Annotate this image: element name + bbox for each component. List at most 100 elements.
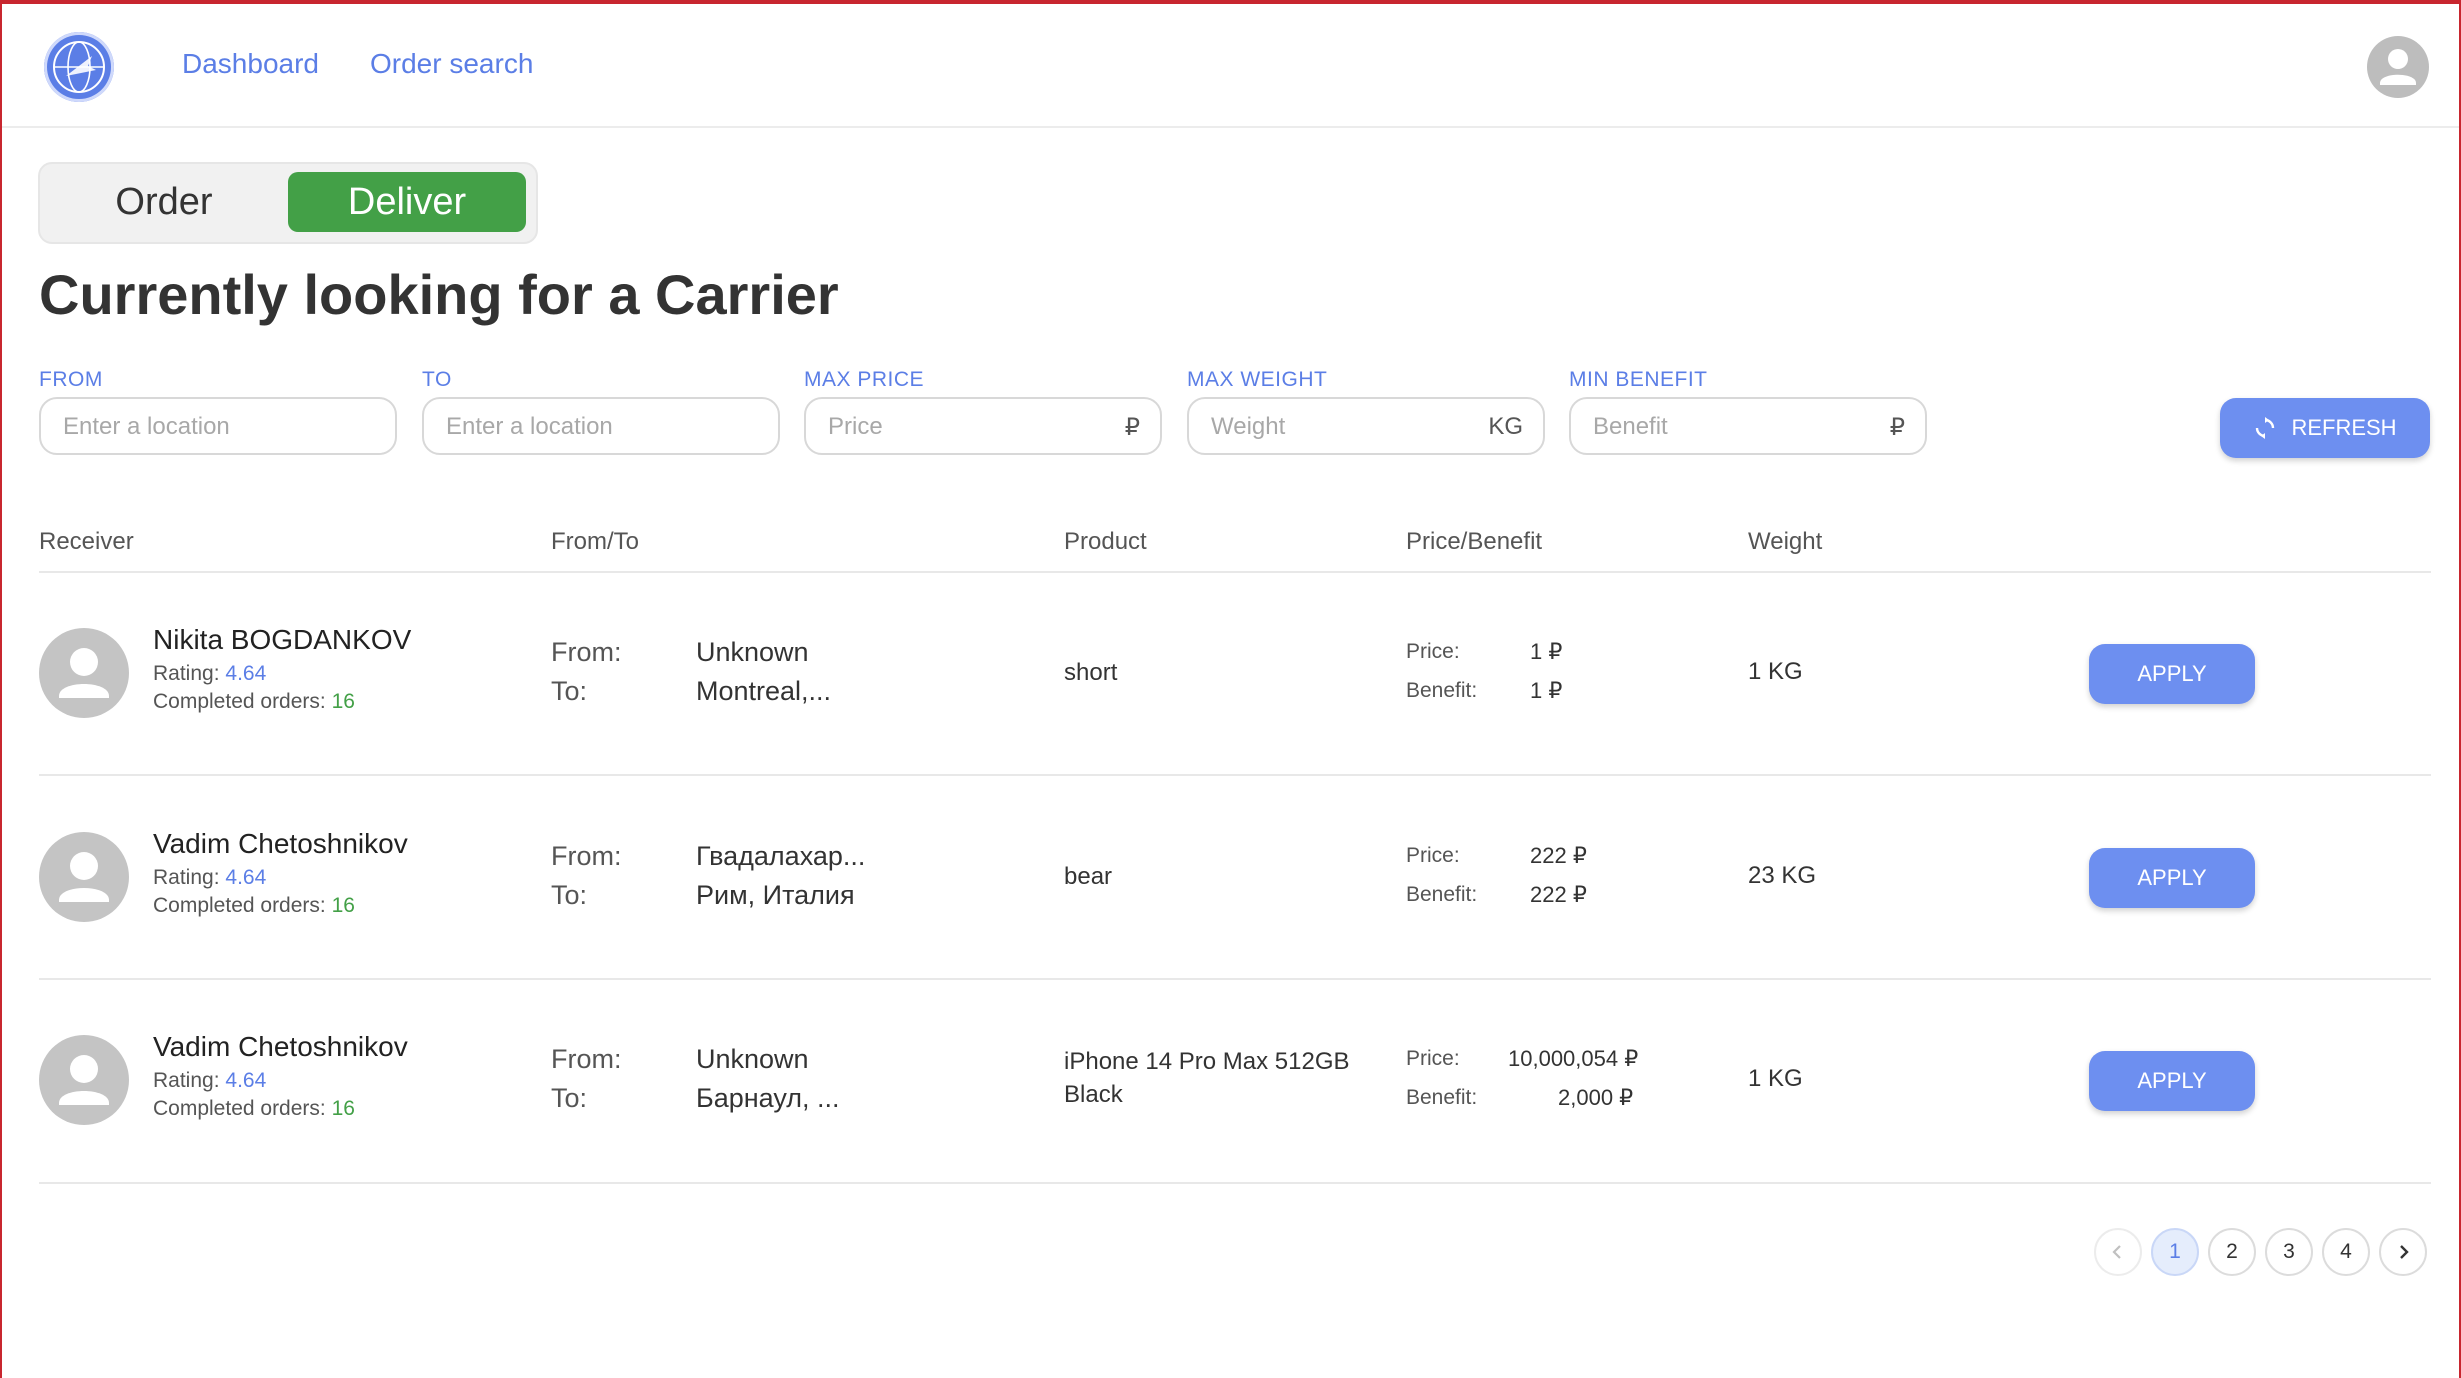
receiver-completed-orders: Completed orders: 16 (153, 690, 355, 714)
pagination-page-2[interactable]: 2 (2208, 1228, 2256, 1276)
receiver-avatar-icon (39, 832, 129, 922)
price-value: 1 ₽ (1530, 639, 1563, 664)
globe-logo-icon[interactable] (44, 32, 114, 102)
from-label: From: (551, 1044, 622, 1074)
receiver-name: Vadim Chetoshnikov (153, 828, 408, 859)
product-name: short (1064, 659, 1118, 686)
completed-orders-value: 16 (331, 690, 355, 713)
apply-button[interactable]: APPLY (2089, 644, 2255, 704)
completed-orders-value: 16 (331, 894, 355, 917)
from-location-input[interactable] (61, 399, 335, 455)
table-row: Vadim Chetoshnikov Rating: 4.64 Complete… (2, 776, 2459, 978)
pagination-prev-button[interactable] (2094, 1228, 2142, 1276)
max-price-currency-suffix: ₽ (1124, 414, 1140, 441)
from-filter-box (39, 397, 397, 455)
receiver-completed-orders: Completed orders: 16 (153, 894, 355, 918)
min-benefit-filter-label: MIN BENEFIT (1569, 368, 1708, 391)
min-benefit-currency-suffix: ₽ (1889, 414, 1905, 441)
receiver-rating: Rating: 4.64 (153, 1069, 266, 1093)
rating-label: Rating: (153, 1069, 220, 1092)
completed-orders-label: Completed orders: (153, 1097, 326, 1120)
pagination-page-4[interactable]: 4 (2322, 1228, 2370, 1276)
max-weight-unit-suffix: KG (1488, 413, 1523, 440)
receiver-completed-orders: Completed orders: 16 (153, 1097, 355, 1121)
weight-value: 23 KG (1748, 862, 1817, 889)
user-avatar-icon[interactable] (2367, 36, 2429, 98)
apply-button[interactable]: APPLY (2089, 848, 2255, 908)
price-label: Price: (1406, 1047, 1460, 1070)
receiver-avatar-icon (39, 1035, 129, 1125)
completed-orders-label: Completed orders: (153, 690, 326, 713)
to-filter-box (422, 397, 780, 455)
column-header-product: Product (1064, 528, 1147, 555)
receiver-rating: Rating: 4.64 (153, 662, 266, 686)
from-label: From: (551, 841, 622, 871)
divider (39, 1182, 2431, 1184)
benefit-label: Benefit: (1406, 679, 1478, 702)
max-price-filter-label: MAX PRICE (804, 368, 925, 391)
chevron-right-icon (2400, 1245, 2409, 1259)
column-header-weight: Weight (1748, 528, 1823, 555)
column-header-price-benefit: Price/Benefit (1406, 528, 1543, 555)
completed-orders-value: 16 (331, 1097, 355, 1120)
mode-toggle: Order Deliver (38, 162, 538, 244)
rating-label: Rating: (153, 866, 220, 889)
column-header-from-to: From/To (551, 528, 640, 555)
min-benefit-filter-box: ₽ (1569, 397, 1927, 455)
to-value: Рим, Италия (696, 880, 855, 910)
rating-value: 4.64 (225, 1069, 267, 1092)
min-benefit-input[interactable] (1591, 399, 1865, 455)
table-row: Vadim Chetoshnikov Rating: 4.64 Complete… (2, 979, 2459, 1181)
pagination-page-3[interactable]: 3 (2265, 1228, 2313, 1276)
price-value: 10,000,054 ₽ (1508, 1046, 1639, 1071)
benefit-value: 222 ₽ (1530, 882, 1587, 907)
benefit-label: Benefit: (1406, 1086, 1478, 1109)
receiver-rating: Rating: 4.64 (153, 866, 266, 890)
receiver-name: Nikita BOGDANKOV (153, 624, 412, 655)
refresh-icon (2256, 417, 2275, 439)
from-value: Unknown (696, 1044, 809, 1074)
to-location-input[interactable] (444, 399, 718, 455)
rating-value: 4.64 (225, 662, 267, 685)
max-weight-filter-label: MAX WEIGHT (1187, 368, 1328, 391)
rating-value: 4.64 (225, 866, 267, 889)
refresh-button-label: REFRESH (2291, 415, 2397, 440)
to-value: Барнаул, ... (696, 1083, 840, 1113)
weight-value: 1 KG (1748, 1065, 1803, 1092)
benefit-value: 2,000 ₽ (1558, 1085, 1634, 1110)
from-value: Гвадалахар... (696, 841, 866, 871)
to-value: Montreal,... (696, 676, 832, 706)
price-value: 222 ₽ (1530, 843, 1587, 868)
nav-dashboard-link[interactable]: Dashboard (182, 48, 319, 80)
benefit-label: Benefit: (1406, 883, 1478, 906)
benefit-value: 1 ₽ (1530, 678, 1563, 703)
product-name: iPhone 14 Pro Max 512GB Black (1064, 1048, 1350, 1108)
to-label: To: (551, 1083, 588, 1113)
max-price-input[interactable] (826, 399, 1100, 455)
max-weight-input[interactable] (1209, 399, 1483, 455)
toggle-order-button[interactable]: Order (48, 172, 280, 232)
to-filter-label: TO (422, 368, 452, 391)
top-navbar: Dashboard Order search (2, 4, 2459, 128)
table-row: Nikita BOGDANKOV Rating: 4.64 Completed … (2, 572, 2459, 774)
receiver-name: Vadim Chetoshnikov (153, 1031, 408, 1062)
rating-label: Rating: (153, 662, 220, 685)
from-label: From: (551, 637, 622, 667)
max-price-filter-box: ₽ (804, 397, 1162, 455)
receiver-avatar-icon (39, 628, 129, 718)
weight-value: 1 KG (1748, 658, 1803, 685)
product-name: bear (1064, 863, 1113, 890)
page-title: Currently looking for a Carrier (39, 263, 839, 326)
to-label: To: (551, 676, 588, 706)
refresh-button[interactable]: REFRESH (2220, 398, 2430, 458)
column-header-receiver: Receiver (39, 528, 134, 555)
to-label: To: (551, 880, 588, 910)
pagination-next-button[interactable] (2379, 1228, 2427, 1276)
pagination-page-1[interactable]: 1 (2151, 1228, 2199, 1276)
from-filter-label: FROM (39, 368, 103, 391)
max-weight-filter-box: KG (1187, 397, 1545, 455)
nav-order-search-link[interactable]: Order search (370, 48, 533, 80)
completed-orders-label: Completed orders: (153, 894, 326, 917)
toggle-deliver-button[interactable]: Deliver (288, 172, 526, 232)
apply-button[interactable]: APPLY (2089, 1051, 2255, 1111)
